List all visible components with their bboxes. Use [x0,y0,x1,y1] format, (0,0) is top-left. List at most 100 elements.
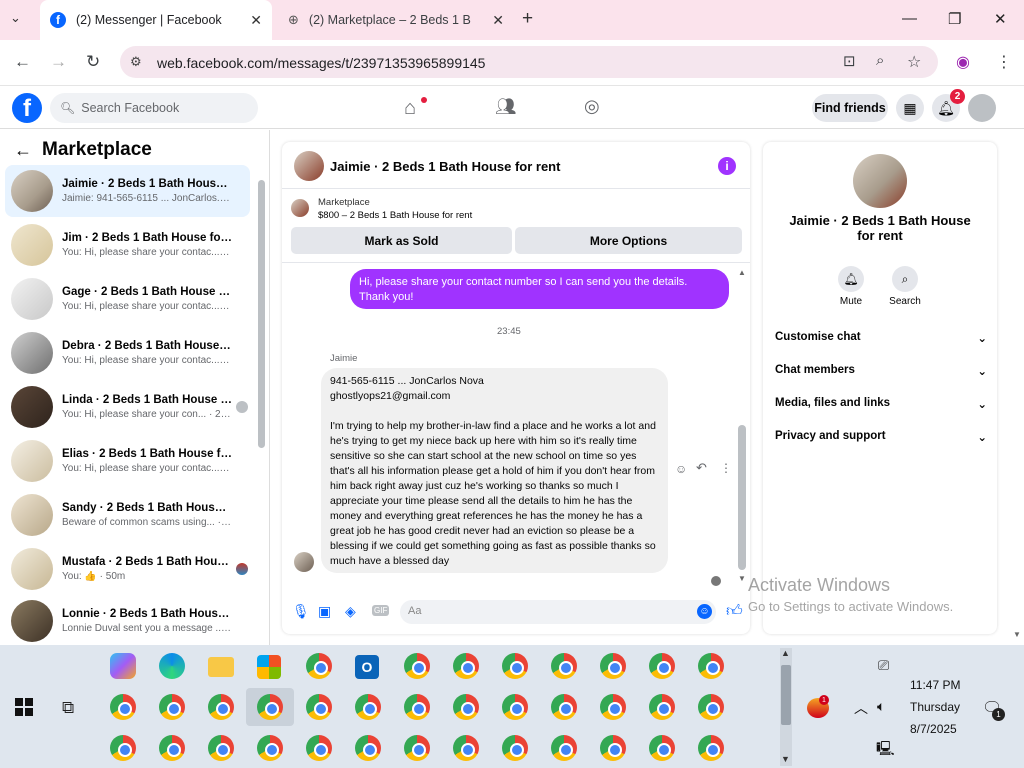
search-icon[interactable]: ⌕ [892,266,918,292]
chrome-profile-icon[interactable] [502,735,528,761]
more-actions-icon[interactable]: ⋮ [720,461,732,475]
chrome-profile-icon[interactable] [600,735,626,761]
zoom-icon[interactable]: ⌕ [876,52,884,69]
thumbs-up-icon[interactable]: 👍︎ [726,602,743,621]
chrome-profile-icon[interactable] [600,694,626,720]
chrome-profile-icon[interactable] [257,735,283,761]
facebook-logo-icon[interactable]: f [12,93,42,123]
image-icon[interactable]: ▣ [318,603,331,620]
gif-icon[interactable]: GIF [372,605,390,616]
conversation-item[interactable]: Jaimie · 2 Beds 1 Bath House fo... Jaimie… [5,165,250,217]
emoji-icon[interactable]: ☺ [697,604,712,619]
back-arrow-icon[interactable]: ← [14,140,32,161]
profile-icon[interactable]: ◉ [956,52,970,72]
chrome-profile-icon[interactable] [502,694,528,720]
minimize-icon[interactable]: — [902,10,917,27]
chrome-profile-icon[interactable] [698,735,724,761]
menu-grid-icon[interactable]: ▦ [896,94,924,122]
scroll-up-arrow-icon[interactable]: ▲ [738,268,746,277]
find-friends-button[interactable]: Find friends [812,94,888,122]
chrome-profile-icon[interactable] [649,735,675,761]
chrome-profile-icon[interactable] [551,694,577,720]
meet-now-icon[interactable]: ⎚ [878,657,889,674]
back-icon[interactable]: ← [14,52,31,72]
more-options-button[interactable]: More Options [515,227,742,254]
close-tab-icon[interactable]: ✕ [492,12,504,29]
chrome-profile-icon[interactable] [159,694,185,720]
mark-as-sold-button[interactable]: Mark as Sold [291,227,512,254]
maximize-icon[interactable]: ❐ [948,10,961,28]
bookmark-star-icon[interactable]: ☆ [907,52,921,72]
microsoft-store-icon[interactable] [257,655,281,679]
chrome-profile-icon[interactable] [159,735,185,761]
details-avatar[interactable] [853,154,907,208]
mute-bell-icon[interactable]: 🔔︎ [838,266,864,292]
chrome-profile-icon[interactable] [649,653,675,679]
chrome-profile-icon[interactable] [698,653,724,679]
reply-icon[interactable]: ↶ [696,460,707,476]
info-icon[interactable]: i [718,157,736,175]
conversation-item[interactable]: Elias · 2 Beds 1 Bath House for r... You:… [5,435,250,487]
chrome-profile-icon[interactable] [404,653,430,679]
conversation-item[interactable]: Mustafa · 2 Beds 1 Bath Hous... You: 👍 · … [5,543,250,595]
tab-search-chevron-icon[interactable]: ⌄ [10,10,21,26]
chrome-profile-icon[interactable] [600,653,626,679]
message-input[interactable]: Aa [400,600,716,624]
chrome-profile-icon[interactable] [404,735,430,761]
chrome-profile-icon[interactable] [649,694,675,720]
clock-time[interactable]: 11:47 PM [910,678,960,692]
react-icon[interactable]: ☺ [675,462,687,476]
chrome-profile-icon[interactable] [208,735,234,761]
file-explorer-icon[interactable] [208,657,234,677]
url-text[interactable]: web.facebook.com/messages/t/239713539658… [157,55,485,71]
conversation-item[interactable]: Lonnie · 2 Beds 1 Bath House fo... Lonnie… [5,597,250,645]
friends-icon[interactable]: 👥︎ [495,97,517,117]
chrome-icon[interactable] [306,653,332,679]
scroll-down-arrow-icon[interactable]: ▼ [738,574,746,583]
page-scroll-down-icon[interactable]: ▼ [1013,630,1021,639]
chrome-profile-icon[interactable] [306,694,332,720]
close-window-icon[interactable]: ✕ [994,10,1007,28]
chrome-profile-icon[interactable] [208,694,234,720]
chrome-profile-icon[interactable] [110,735,136,761]
media-files-links-section[interactable]: Media, files and links ⌄ [775,397,987,411]
listing-title[interactable]: $800 – 2 Beds 1 Bath House for rent [318,210,472,221]
conversation-item[interactable]: Debra · 2 Beds 1 Bath House for... You: H… [5,327,250,379]
clock-day[interactable]: Thursday [910,700,960,714]
speaker-icon[interactable]: 🔈︎ [877,698,885,715]
site-info-icon[interactable]: ⚙ [130,54,142,70]
chrome-profile-icon[interactable] [551,735,577,761]
privacy-support-section[interactable]: Privacy and support ⌄ [775,430,987,444]
chrome-profile-icon[interactable] [404,694,430,720]
edge-icon[interactable] [159,653,185,679]
copilot-icon[interactable] [110,653,136,679]
chrome-profile-icon[interactable] [453,653,479,679]
account-avatar[interactable] [968,94,996,122]
chrome-profile-icon[interactable] [306,735,332,761]
chrome-profile-icon[interactable] [551,653,577,679]
chrome-profile-icon[interactable] [502,653,528,679]
chrome-profile-icon[interactable] [355,735,381,761]
chrome-profile-icon[interactable] [453,694,479,720]
chat-scrollbar[interactable] [738,425,746,570]
task-view-icon[interactable]: ⧉ [62,698,74,718]
taskbar-scroll-up-icon[interactable]: ▲ [781,648,790,658]
tab-marketplace[interactable]: ⊕ (2) Marketplace – 2 Beds 1 Bath ✕ [278,0,514,40]
chat-avatar[interactable] [294,151,324,181]
install-app-icon[interactable]: ⊡ [843,52,856,70]
taskbar-scroll-thumb[interactable] [781,665,791,725]
windows-start-icon[interactable] [15,698,33,716]
sticker-icon[interactable]: ◈ [345,603,356,620]
conversation-item[interactable]: Jim · 2 Beds 1 Bath House for re... You: … [5,219,250,271]
chrome-profile-icon[interactable] [355,694,381,720]
chevron-up-icon[interactable]: ︿ [854,698,868,718]
chat-members-section[interactable]: Chat members ⌄ [775,364,987,378]
chat-title[interactable]: Jaimie · 2 Beds 1 Bath House for rent [330,159,560,174]
conversation-item[interactable]: Gage · 2 Beds 1 Bath House for ... You: H… [5,273,250,325]
customise-chat-section[interactable]: Customise chat ⌄ [775,331,987,345]
search-facebook-input[interactable]: 🔍︎ Search Facebook [50,93,258,123]
listing-thumbnail[interactable] [291,199,309,217]
reload-icon[interactable]: ↻ [86,52,100,72]
chrome-menu-icon[interactable]: ⋮ [996,52,1012,72]
new-tab-button[interactable]: + [522,8,533,30]
